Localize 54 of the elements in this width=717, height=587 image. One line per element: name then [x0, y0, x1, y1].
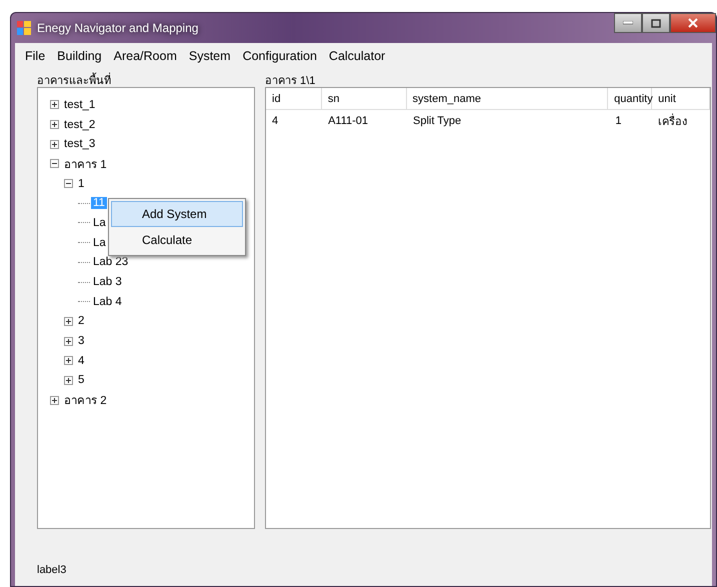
collapse-icon[interactable] [50, 159, 59, 168]
window-title: Enegy Navigator and Mapping [37, 21, 198, 35]
tree-item[interactable]: test_2 [62, 118, 98, 131]
tree-item[interactable]: 4 [76, 354, 86, 367]
expand-icon[interactable] [64, 376, 73, 385]
tree-item[interactable]: test_3 [62, 138, 98, 150]
tree-item[interactable]: La [91, 236, 108, 249]
column-header[interactable]: sn [322, 88, 407, 109]
context-menu-item[interactable]: Add System [111, 201, 243, 227]
tree-item[interactable]: 2 [76, 315, 86, 328]
table-cell-text: เครื่อง [657, 112, 688, 130]
tree-item[interactable]: test_1 [62, 98, 98, 111]
column-header[interactable]: system_name [406, 88, 608, 109]
minimize-button[interactable] [614, 13, 642, 33]
column-header[interactable]: id [266, 88, 322, 109]
expand-icon[interactable] [50, 100, 59, 110]
expand-icon[interactable] [64, 316, 73, 326]
tree-item[interactable]: 5 [76, 374, 86, 386]
menu-item[interactable]: Calculator [322, 49, 392, 67]
minimize-icon [623, 21, 633, 25]
table-cell-text: Split Type [412, 114, 462, 126]
menu-item[interactable]: System [182, 49, 237, 67]
expand-icon[interactable] [50, 120, 59, 130]
maximize-icon [651, 18, 661, 28]
tree-item[interactable]: อาคาร 1 [62, 154, 109, 173]
app-icon [17, 21, 31, 35]
tree-item[interactable]: อาคาร 2 [62, 391, 109, 410]
expand-icon[interactable] [50, 140, 59, 149]
context-menu-item[interactable]: Calculate [111, 227, 243, 253]
table-cell-text: 4 [271, 114, 280, 126]
panel-label: อาคาร 1\1 [265, 74, 316, 87]
menu-item[interactable]: File [19, 49, 52, 67]
expand-icon[interactable] [64, 336, 73, 346]
column-header[interactable]: unit [652, 88, 710, 109]
maximize-button[interactable] [642, 13, 670, 33]
tree-item[interactable]: La [91, 216, 108, 229]
collapse-icon[interactable] [64, 179, 73, 188]
menu-item[interactable]: Configuration [236, 49, 323, 67]
column-header[interactable]: quantity [608, 88, 652, 109]
table-cell-text: A111-01 [327, 114, 370, 126]
table-cell-text: 1 [614, 114, 623, 126]
expand-icon[interactable] [64, 356, 73, 366]
tree-item[interactable]: 1 [76, 178, 86, 190]
panel-label: อาคารและพื้นที่ [37, 71, 255, 87]
close-icon [688, 18, 698, 28]
status-label: label3 [36, 564, 68, 578]
tree-item[interactable]: 3 [76, 335, 86, 348]
tree-item[interactable]: Lab 3 [91, 276, 124, 288]
menu-item[interactable]: Building [51, 49, 108, 67]
tree-item[interactable]: Lab 23 [91, 256, 130, 268]
expand-icon[interactable] [50, 396, 59, 405]
menu-item[interactable]: Area/Room [108, 49, 183, 67]
tree-item[interactable]: Lab 4 [91, 296, 124, 308]
close-button[interactable] [670, 13, 716, 33]
